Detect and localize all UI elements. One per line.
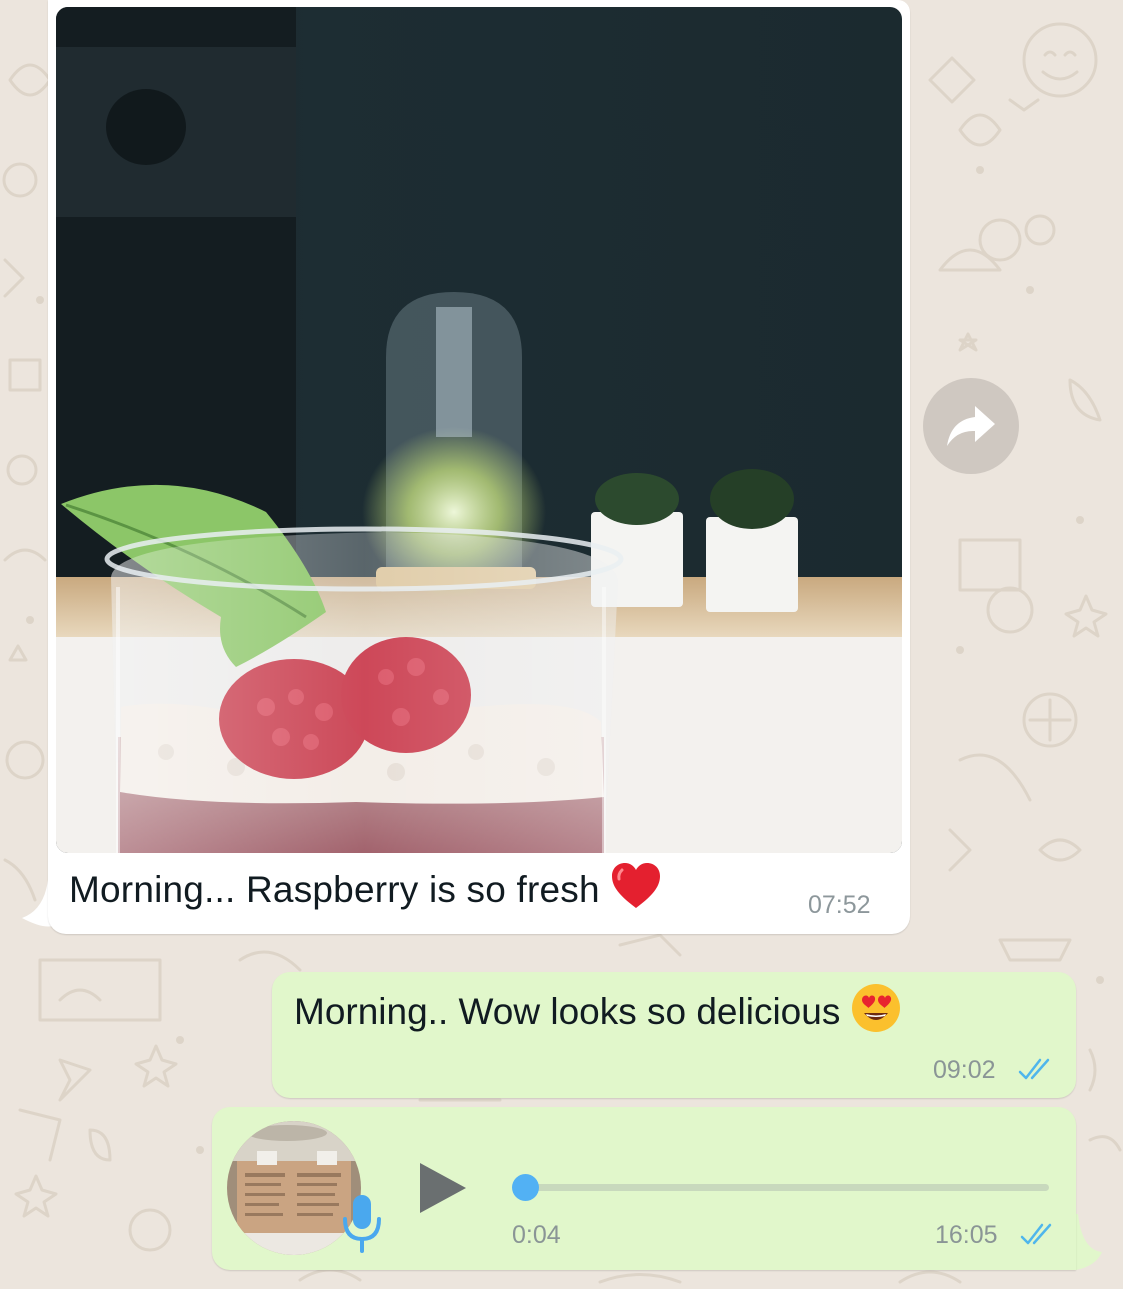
message-timestamp: 07:52 — [808, 891, 871, 919]
voice-progress-handle[interactable] — [512, 1174, 539, 1201]
outgoing-voice-message[interactable]: 0:04 16:05 — [212, 1107, 1076, 1270]
outgoing-text-message[interactable]: Morning.. Wow looks so delicious 09:02 — [272, 972, 1076, 1098]
message-caption: Morning... Raspberry is so fresh — [69, 863, 662, 918]
voice-progress-track[interactable] — [515, 1184, 1049, 1191]
message-timestamp: 09:02 — [933, 1056, 996, 1084]
incoming-image-message[interactable]: Morning... Raspberry is so fresh 07:52 — [48, 0, 910, 934]
voice-duration: 0:04 — [512, 1221, 561, 1249]
heart-eyes-emoji — [850, 982, 902, 1034]
message-timestamp: 16:05 — [935, 1221, 998, 1249]
double-check-icon — [1018, 1058, 1050, 1080]
caption-text: Morning... Raspberry is so fresh — [69, 868, 600, 910]
shared-photo[interactable] — [56, 7, 902, 853]
microphone-icon — [343, 1195, 381, 1253]
double-check-icon — [1020, 1223, 1052, 1245]
play-icon — [420, 1163, 466, 1213]
forward-arrow-icon — [947, 406, 995, 446]
message-text-container: Morning.. Wow looks so delicious — [294, 984, 902, 1040]
forward-button[interactable] — [923, 378, 1019, 474]
red-heart-emoji — [610, 860, 662, 912]
message-text: Morning.. Wow looks so delicious — [294, 990, 841, 1032]
play-button[interactable] — [418, 1161, 468, 1215]
